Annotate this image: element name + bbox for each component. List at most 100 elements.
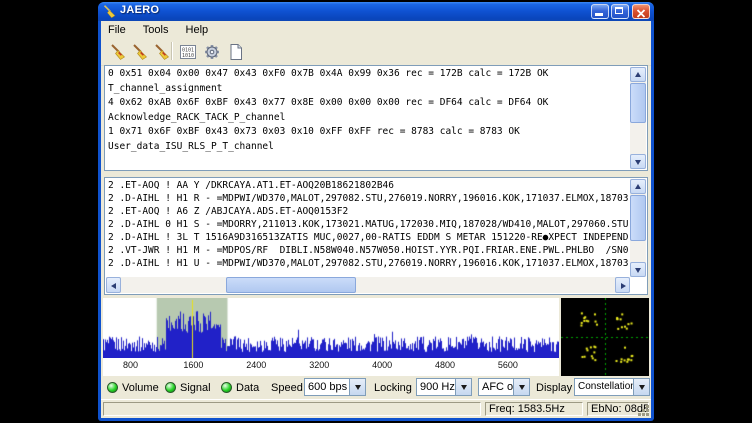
minimize-button[interactable] [591,4,609,19]
dropdown-arrow-icon[interactable] [513,379,529,395]
display-combobox[interactable]: Constellation [574,378,650,396]
log-line: 2 .D-AIHL ! H1 U - =MDPWI/WD370,MALOT,29… [108,257,629,270]
arrow-down-icon [355,385,361,390]
window-title: JAERO [120,4,159,16]
raw-data-view-button[interactable]: 01011010 [177,41,199,63]
arrow-down-icon [635,268,641,273]
message-log-lines: 2 .ET-AOQ ! AA Y /DKRCAYA.AT1.ET-AOQ20B1… [108,179,629,276]
axis-tick-label: 1600 [183,360,203,370]
signal-led-label: Signal [180,381,211,395]
log-line: 2 .ET-AOQ ! A6 Z /ABJCAYA.ADS.ET-AOQ0153… [108,205,629,218]
log-line: 4 0x62 0xAB 0x6F 0xBF 0x43 0x77 0x8E 0x0… [108,96,629,111]
axis-tick-label: 4800 [435,360,455,370]
controls-bar: Volume Signal Data Speed 600 bps Locking… [101,378,651,397]
message-log[interactable]: 2 .ET-AOQ ! AA Y /DKRCAYA.AT1.ET-AOQ20B1… [104,177,648,295]
axis-tick-label: 2400 [246,360,266,370]
locking-combobox[interactable]: 900 Hz [416,378,472,396]
app-window: JAERO File Tools Help [98,2,654,421]
data-led-label: Data [236,381,259,395]
axis-tick-label: 4000 [372,360,392,370]
dropdown-arrow-icon[interactable] [455,379,471,395]
document-icon [227,43,245,61]
menubar: File Tools Help [101,21,651,38]
svg-text:1010: 1010 [182,53,194,59]
status-freq: Freq: 1583.5Hz [485,402,583,416]
logging-button[interactable] [225,41,247,63]
maximize-icon [615,7,623,14]
afc-value: AFC on [482,381,513,393]
volume-led [107,382,118,393]
screen: JAERO File Tools Help [0,0,752,423]
message-log-hscrollbar[interactable] [106,277,630,293]
arrow-down-icon [461,385,467,390]
clear-decoder-window-button[interactable] [107,41,129,63]
clear-all-button[interactable] [151,41,173,63]
locking-value: 900 Hz [420,381,455,393]
log-line: 0 0x51 0x04 0x00 0x47 0x43 0xF0 0x7B 0x4… [108,67,629,82]
arrow-left-icon [111,283,116,289]
log-line: 2 .ET-AOQ ! AA Y /DKRCAYA.AT1.ET-AOQ20B1… [108,179,629,192]
axis-tick-label: 5600 [498,360,518,370]
arrow-right-icon [621,283,626,289]
log-line: T_channel_assignment [108,82,629,97]
clear-message-window-button[interactable] [129,41,151,63]
broom-icon [109,43,127,61]
decoder-log-scrollbar[interactable] [630,67,646,169]
axis-tick-label: 3200 [309,360,329,370]
axis-tick-label: 800 [123,360,138,370]
close-button[interactable] [632,4,650,19]
afc-combobox[interactable]: AFC on [478,378,530,396]
window-body: File Tools Help 01011010 [101,21,651,418]
display-label: Display [536,381,572,395]
settings-button[interactable] [201,41,223,63]
log-line: 1 0x71 0x6F 0xBF 0x43 0x73 0x03 0x10 0xF… [108,125,629,140]
titlebar[interactable]: JAERO [98,2,654,21]
scroll-left-button[interactable] [106,277,121,293]
gear-icon [203,43,221,61]
maximize-button[interactable] [611,4,629,19]
arrow-up-icon [635,184,641,189]
status-panel-main [103,402,481,416]
scroll-up-button[interactable] [630,67,646,82]
scroll-up-button[interactable] [630,179,646,194]
arrow-up-icon [635,72,641,77]
arrow-down-icon [519,385,525,390]
menu-file[interactable]: File [101,21,133,38]
log-line: 2 .VT-JWR ! H1 M - =MDPOS/RF DIBLI.N58W0… [108,244,629,257]
speed-label: Speed [271,381,303,395]
display-value: Constellation [578,381,633,392]
spectrum-axis: 800 1600 2400 3200 4000 4800 5600 [103,359,559,374]
data-led [221,382,232,393]
decoder-log[interactable]: 0 0x51 0x04 0x00 0x47 0x43 0xF0 0x7B 0x4… [104,65,648,171]
toolbar-separator [171,42,173,60]
log-line: Acknowledge_RACK_TACK_P_channel [108,111,629,126]
speed-combobox[interactable]: 600 bps [304,378,366,396]
spectrum-canvas[interactable] [103,298,559,358]
binary-data-icon: 01011010 [179,43,197,61]
constellation-panel [561,298,649,376]
dropdown-arrow-icon[interactable] [633,379,649,395]
scroll-thumb[interactable] [630,195,646,241]
scroll-thumb[interactable] [630,83,646,123]
volume-led-label: Volume [122,381,159,395]
menu-help[interactable]: Help [179,21,216,38]
broom-icon [153,43,171,61]
menu-tools[interactable]: Tools [136,21,176,38]
arrow-down-icon [639,385,645,390]
decoder-log-lines: 0 0x51 0x04 0x00 0x47 0x43 0xF0 0x7B 0x4… [108,67,629,168]
scroll-right-button[interactable] [615,277,630,293]
close-icon [636,9,646,18]
arrow-down-icon [635,160,641,165]
message-log-scrollbar[interactable] [630,179,646,277]
broom-icon [131,43,149,61]
resize-grip[interactable] [637,404,650,417]
speed-value: 600 bps [308,381,349,393]
dropdown-arrow-icon[interactable] [349,379,365,395]
log-line: 2 .D-AIHL ! H1 R - =MDPWI/WD370,MALOT,29… [108,192,629,205]
constellation-canvas [561,298,649,376]
spectrum-panel[interactable]: 800 1600 2400 3200 4000 4800 5600 [103,298,559,376]
scroll-down-button[interactable] [630,262,646,277]
scroll-down-button[interactable] [630,154,646,169]
log-line: User_data_ISU_RLS_P_T_channel [108,140,629,155]
scroll-thumb[interactable] [226,277,356,293]
